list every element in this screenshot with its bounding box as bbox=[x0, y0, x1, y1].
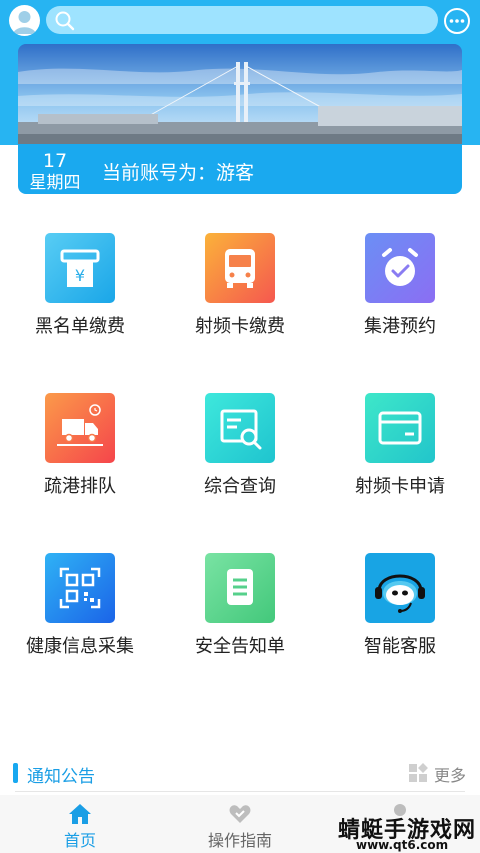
more-link[interactable]: 更多 bbox=[434, 762, 466, 786]
grid-item-comprehensive-query[interactable]: 综合查询 bbox=[165, 393, 315, 498]
tab-guide[interactable]: 操作指南 bbox=[160, 795, 320, 853]
qr-scan-icon bbox=[45, 553, 115, 623]
heart-icon bbox=[228, 803, 252, 829]
grid-label: 射频卡申请 bbox=[355, 476, 445, 497]
grid-label: 智能客服 bbox=[364, 636, 436, 657]
bridge-banner-image[interactable] bbox=[18, 44, 462, 144]
grid-item-port-booking[interactable]: 集港预约 bbox=[325, 233, 475, 338]
grid-label: 健康信息采集 bbox=[26, 636, 134, 657]
chat-bubble-icon bbox=[444, 8, 470, 34]
grid-item-health-info[interactable]: 健康信息采集 bbox=[5, 553, 155, 658]
alarm-clock-icon bbox=[365, 233, 435, 303]
document-search-icon bbox=[205, 393, 275, 463]
grid-item-blacklist-payment[interactable]: ¥ 黑名单缴费 bbox=[5, 233, 155, 338]
account-status: 当前账号为：游客 bbox=[102, 162, 255, 184]
notice-title: 通知公告 bbox=[27, 767, 95, 787]
grid-label: 射频卡缴费 bbox=[195, 316, 285, 337]
bus-icon bbox=[205, 233, 275, 303]
grid-label: 疏港排队 bbox=[44, 476, 116, 497]
watermark-url: www.qt6.com bbox=[356, 838, 449, 852]
grid-label: 黑名单缴费 bbox=[35, 316, 125, 337]
message-button[interactable] bbox=[442, 6, 472, 36]
user-icon bbox=[13, 11, 36, 34]
truck-icon bbox=[45, 393, 115, 463]
date-weekday: 星期四 bbox=[29, 173, 81, 193]
grid-item-rf-card-application[interactable]: 射频卡申请 bbox=[325, 393, 475, 498]
grid-label: 综合查询 bbox=[204, 476, 276, 497]
date-display: 17 星期四 bbox=[26, 150, 84, 194]
tab-label: 操作指南 bbox=[207, 831, 272, 850]
divider bbox=[15, 791, 465, 792]
home-icon bbox=[68, 803, 92, 829]
grid-item-safety-notice[interactable]: 安全告知单 bbox=[165, 553, 315, 658]
date-day: 17 bbox=[42, 150, 68, 172]
svg-text:¥: ¥ bbox=[75, 266, 85, 285]
atm-yuan-icon: ¥ bbox=[45, 233, 115, 303]
grid-more-icon bbox=[408, 763, 428, 787]
banner-card: 17 星期四 当前账号为：游客 bbox=[18, 44, 462, 194]
avatar[interactable] bbox=[9, 5, 40, 36]
tab-label: 首页 bbox=[63, 831, 96, 850]
grid-label: 安全告知单 bbox=[195, 636, 285, 657]
customer-service-icon bbox=[365, 553, 435, 623]
document-icon bbox=[205, 553, 275, 623]
notice-header: 通知公告 更多 bbox=[13, 760, 468, 788]
grid-item-port-queue[interactable]: 疏港排队 bbox=[5, 393, 155, 498]
notice-accent-bar bbox=[13, 763, 18, 783]
card-icon bbox=[365, 393, 435, 463]
grid-label: 集港预约 bbox=[364, 316, 436, 337]
grid-item-rf-card-payment[interactable]: 射频卡缴费 bbox=[165, 233, 315, 338]
tab-home[interactable]: 首页 bbox=[0, 795, 160, 853]
grid-item-customer-service[interactable]: 智能客服 bbox=[325, 553, 475, 658]
search-icon bbox=[54, 10, 76, 36]
search-input[interactable] bbox=[46, 6, 438, 34]
